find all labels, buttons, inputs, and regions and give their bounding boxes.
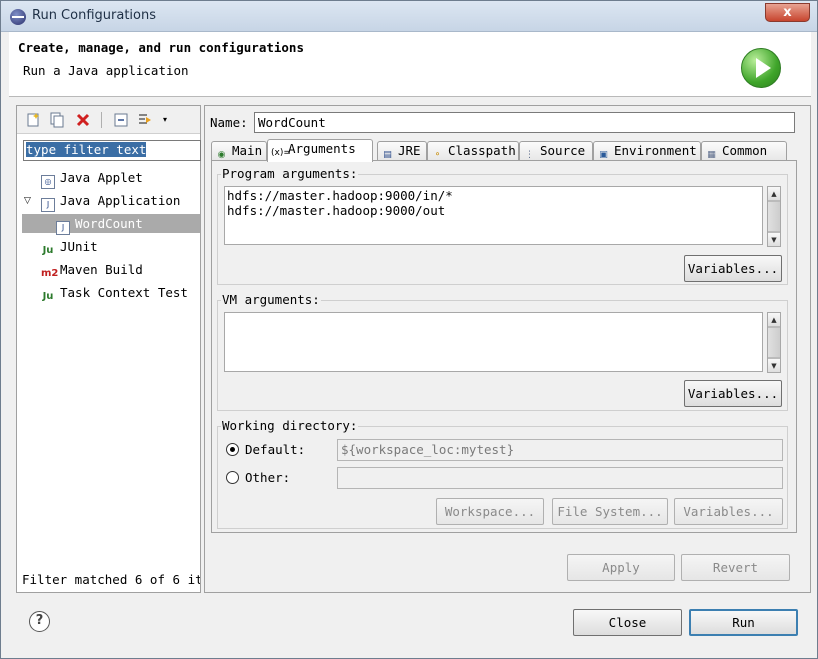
scroll-up-icon[interactable]: ▲ <box>768 313 780 327</box>
tab-environment[interactable]: ▣ Environment <box>593 141 701 161</box>
tab-jre[interactable]: ▤ JRE <box>377 141 427 161</box>
apply-button[interactable]: Apply <box>567 554 675 581</box>
filter-status: Filter matched 6 of 6 it <box>22 572 200 587</box>
expand-toggle-icon[interactable]: ▽ <box>24 196 31 206</box>
arguments-tab-content: Program arguments: hdfs://master.hadoop:… <box>211 160 797 533</box>
workspace-button[interactable]: Workspace... <box>436 498 544 525</box>
program-arguments-group: Program arguments: hdfs://master.hadoop:… <box>217 166 788 285</box>
close-button[interactable]: Close <box>573 609 682 636</box>
eclipse-icon <box>10 9 26 25</box>
tree-item-java-applet[interactable]: ◎ Java Applet <box>41 168 143 189</box>
revert-button[interactable]: Revert <box>681 554 790 581</box>
junit-icon: Ju <box>42 245 54 256</box>
name-input[interactable]: WordCount <box>254 112 795 133</box>
java-class-icon: J <box>56 221 70 235</box>
filter-input[interactable]: type filter text <box>23 140 201 161</box>
tab-common[interactable]: ▦ Common <box>701 141 787 161</box>
vm-arguments-textarea[interactable] <box>224 312 763 372</box>
vm-arguments-group: VM arguments: ▲ ▼ Variables... <box>217 292 788 411</box>
tree-item-label: Maven Build <box>60 262 143 277</box>
working-directory-label: Working directory: <box>221 418 359 433</box>
tab-classpath[interactable]: ⚬ Classpath <box>427 141 519 161</box>
configuration-editor-panel: Name: WordCount ◉ Main (x)=Arguments ▤ JRE… <box>204 105 811 593</box>
close-window-button[interactable]: x <box>765 3 810 22</box>
vm-arguments-scrollbar[interactable]: ▲ ▼ <box>767 312 781 373</box>
tab-arguments[interactable]: (x)=Arguments <box>267 139 373 162</box>
program-arguments-textarea[interactable]: hdfs://master.hadoop:9000/in/* hdfs://ma… <box>224 186 763 245</box>
configuration-list-panel: ▾ type filter text ◎ Java Applet ▽ J Java … <box>16 105 201 593</box>
vm-variables-button[interactable]: Variables... <box>684 380 782 407</box>
java-application-icon: J <box>41 198 55 212</box>
view-menu-dropdown-icon[interactable]: ▾ <box>163 112 179 128</box>
run-configurations-dialog: Run Configurations x Create, manage, and… <box>0 0 818 659</box>
tree-item-wordcount[interactable]: J WordCount <box>22 214 200 235</box>
tab-label: JRE <box>398 143 421 158</box>
delete-icon[interactable] <box>75 112 91 128</box>
vm-arguments-label: VM arguments: <box>221 292 321 307</box>
toolbar-separator <box>101 112 102 128</box>
other-radio[interactable] <box>226 471 239 484</box>
name-label: Name: <box>210 115 248 130</box>
tab-label: Environment <box>614 143 697 158</box>
scroll-down-icon[interactable]: ▼ <box>768 358 780 372</box>
run-button[interactable]: Run <box>689 609 798 636</box>
header-title: Create, manage, and run configurations <box>18 40 304 55</box>
help-icon[interactable]: ? <box>29 611 50 632</box>
default-label: Default: <box>245 442 306 457</box>
task-context-test-icon: Ju <box>42 291 54 302</box>
tab-label: Common <box>722 143 768 158</box>
maven-icon: m2 <box>41 268 59 279</box>
tab-source[interactable]: ⋮ Source <box>519 141 593 161</box>
dialog-header: Create, manage, and run configurations R… <box>9 32 811 97</box>
default-directory-field: ${workspace_loc:mytest} <box>337 439 783 461</box>
tab-label: Main <box>232 143 263 158</box>
other-directory-field[interactable] <box>337 467 783 489</box>
filter-configurations-icon[interactable] <box>137 112 153 128</box>
tree-item-junit[interactable]: Ju JUnit <box>41 237 98 256</box>
filter-text: type filter text <box>26 142 147 157</box>
file-system-button[interactable]: File System... <box>552 498 668 525</box>
arguments-icon: (x)= <box>271 148 291 158</box>
program-arguments-label: Program arguments: <box>221 166 359 181</box>
tab-label: Source <box>540 143 586 158</box>
tree-item-task-context-test[interactable]: Ju Task Context Test <box>41 283 188 302</box>
configuration-toolbar: ▾ <box>17 106 200 134</box>
scroll-down-icon[interactable]: ▼ <box>768 232 780 246</box>
program-variables-button[interactable]: Variables... <box>684 255 782 282</box>
window-title: Run Configurations <box>32 8 156 23</box>
scroll-thumb[interactable] <box>768 201 780 232</box>
scroll-up-icon[interactable]: ▲ <box>768 187 780 201</box>
tree-item-label: Task Context Test <box>60 285 188 300</box>
configuration-tabs: ◉ Main (x)=Arguments ▤ JRE ⚬ Classpath ⋮ Sou… <box>211 139 796 162</box>
header-subtitle: Run a Java application <box>23 63 189 78</box>
other-label: Other: <box>245 470 291 485</box>
tree-item-label: Java Application <box>60 193 181 208</box>
tree-item-label: WordCount <box>75 216 143 231</box>
tree-item-java-application[interactable]: J Java Application <box>41 191 181 212</box>
default-radio[interactable] <box>226 443 239 456</box>
title-bar: Run Configurations x <box>1 1 817 32</box>
tree-item-maven-build[interactable]: m2 Maven Build <box>41 260 143 279</box>
program-arguments-scrollbar[interactable]: ▲ ▼ <box>767 186 781 247</box>
working-directory-group: Working directory: Default: ${workspace_… <box>217 418 788 529</box>
collapse-all-icon[interactable] <box>113 112 129 128</box>
tab-main[interactable]: ◉ Main <box>211 141 267 161</box>
workdir-variables-button[interactable]: Variables... <box>674 498 783 525</box>
tree-item-label: Java Applet <box>60 170 143 185</box>
java-applet-icon: ◎ <box>41 175 55 189</box>
tab-label: Classpath <box>448 143 516 158</box>
run-icon <box>741 48 781 88</box>
tab-label: Arguments <box>288 141 356 156</box>
scroll-thumb[interactable] <box>768 327 780 358</box>
tree-item-label: JUnit <box>60 239 98 254</box>
new-configuration-icon[interactable] <box>25 112 41 128</box>
duplicate-icon[interactable] <box>49 112 65 128</box>
